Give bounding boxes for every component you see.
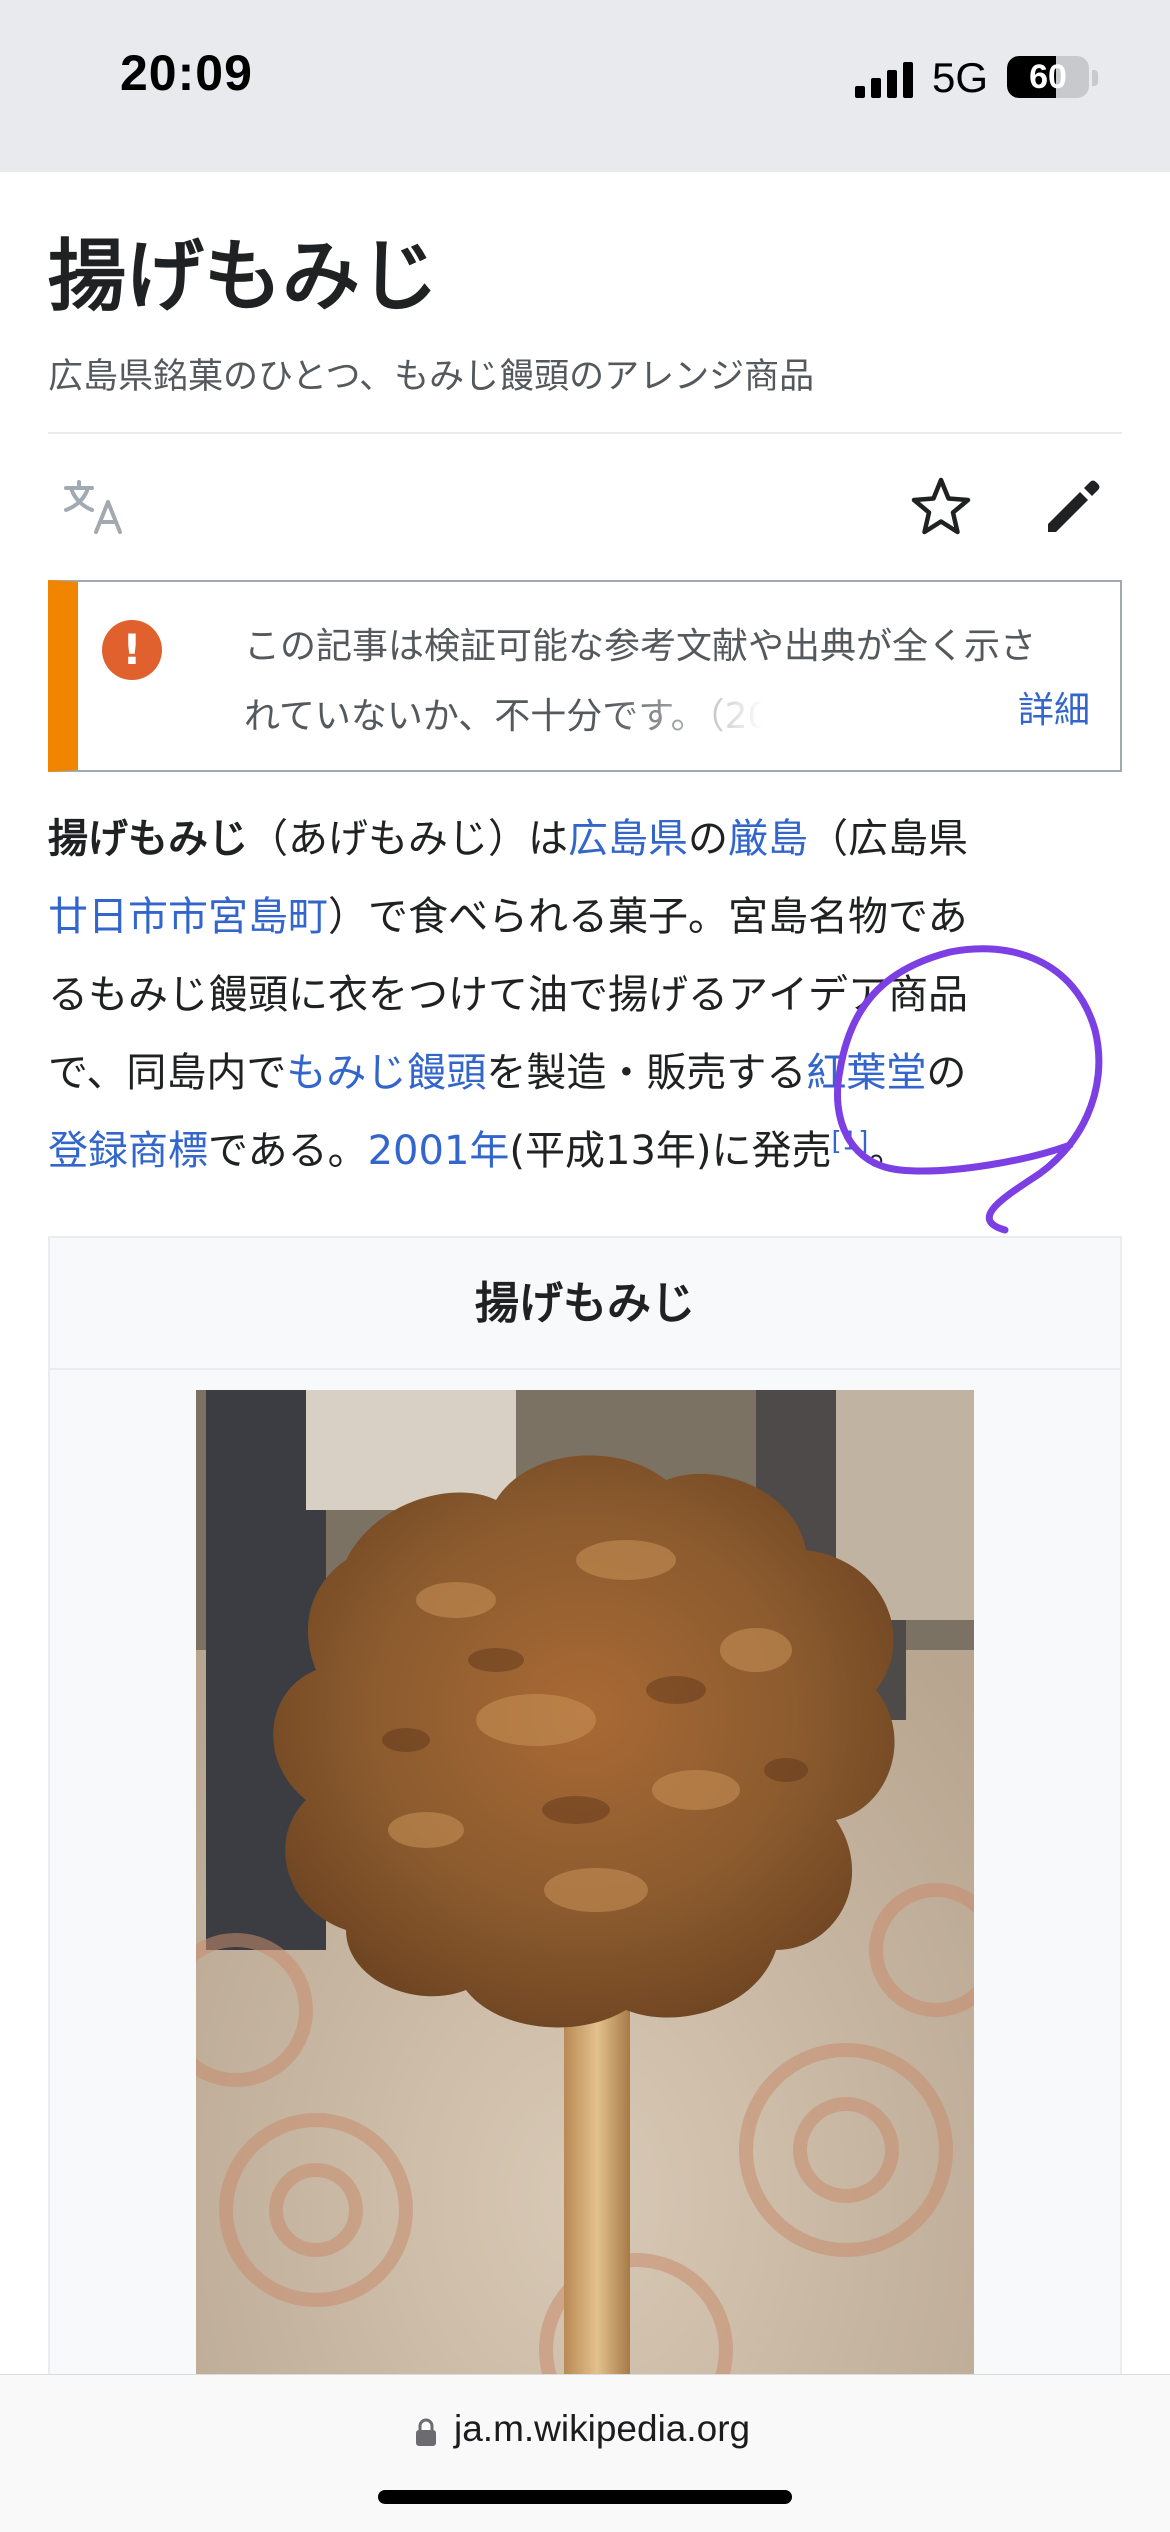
lock-icon [416,2418,436,2446]
link-miyajima[interactable]: 廿日市市宮島町 [48,894,328,940]
page-title: 揚げもみじ [48,231,439,322]
fried-momiji-photo [196,1390,974,2400]
url-bar[interactable]: ja.m.wikipedia.org [454,2408,750,2450]
link-itsukushima[interactable]: 厳島 [728,816,808,862]
link-2001[interactable]: 2001年 [368,1128,510,1174]
infobox-divider [50,1368,1120,1370]
link-kouyoudou[interactable]: 紅葉堂 [806,1050,926,1096]
notice-line-2: れていないか、不十分です。（2013年10月 [244,696,764,737]
infobox-title: 揚げもみじ [475,1278,695,1329]
article-lead: 揚げもみじ（あげもみじ）は広島県の厳島（広島県 廿日市市宮島町）で食べられる菓子… [48,800,1128,1190]
watch-star-icon[interactable] [908,474,974,540]
article-line: 廿日市市宮島町）で食べられる菓子。宮島名物であ [48,894,968,940]
notice-text: この記事は検証可能な参考文献や出典が全く示さ れていないか、不十分です。（201… [244,612,1094,752]
article-line: で、同島内でもみじ饅頭を製造・販売する紅葉堂の [48,1050,967,1096]
cellular-signal-icon [855,62,913,98]
home-indicator[interactable] [378,2490,792,2504]
header-divider [48,432,1122,434]
browser-bottom-bar [0,2374,1170,2532]
link-trademark[interactable]: 登録商標 [48,1128,208,1174]
battery-level: 60 [1029,58,1067,96]
reference-1[interactable]: [1] [832,1127,869,1157]
article-line: るもみじ饅頭に衣をつけて油で揚げるアイデア商品 [48,972,968,1018]
page-subtitle: 広島県銘菓のひとつ、もみじ饅頭のアレンジ商品 [48,357,815,397]
network-type: 5G [932,54,989,101]
exclamation-icon: ! [102,620,162,680]
article-term: 揚げもみじ [48,816,248,862]
article-line: 揚げもみじ（あげもみじ）は広島県の厳島（広島県 [48,816,968,862]
edit-pencil-icon[interactable] [1040,474,1106,540]
link-hiroshima[interactable]: 広島県 [568,816,688,862]
notice-details-link[interactable]: 詳細 [1018,681,1090,733]
status-time: 20:09 [120,45,253,101]
article-line: 登録商標である。2001年(平成13年)に発売[1]。 [48,1126,909,1174]
battery-tip [1092,70,1098,86]
infobox-image[interactable] [196,1390,974,2400]
translate-icon[interactable] [62,478,126,536]
battery-icon: 60 [1007,56,1089,98]
link-momiji-manju[interactable]: もみじ饅頭 [286,1050,486,1096]
notice-line-1: この記事は検証可能な参考文献や出典が全く示さ [244,626,1037,667]
